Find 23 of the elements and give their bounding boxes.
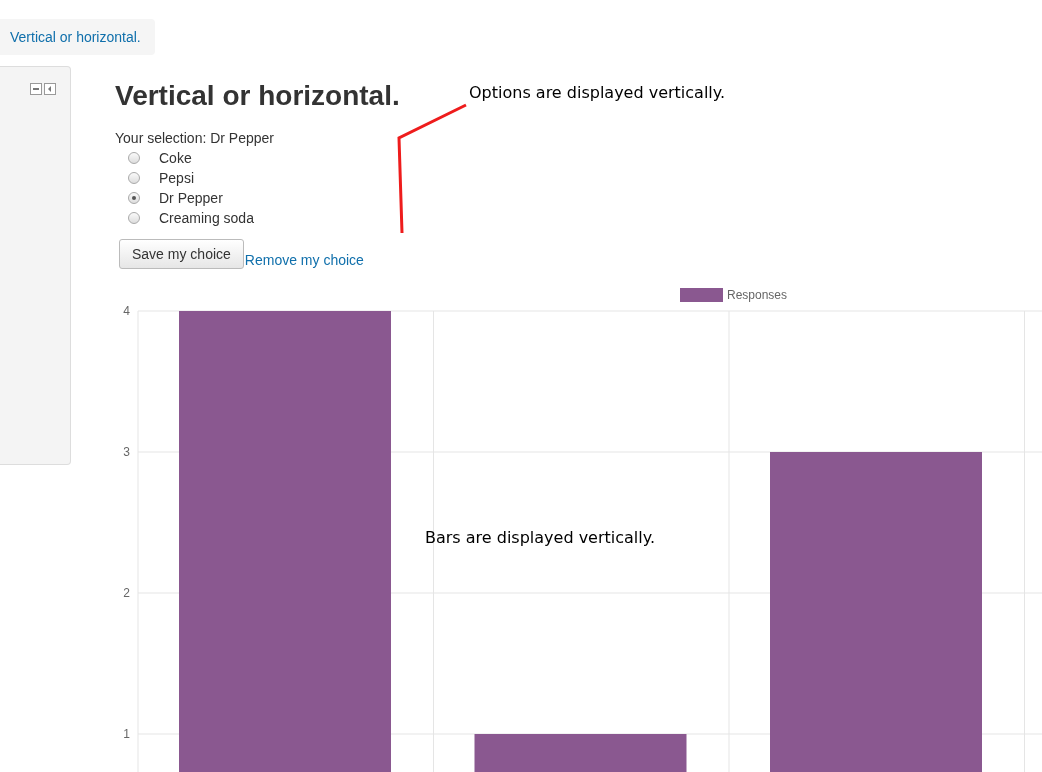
selection-text: Your selection: Dr Pepper <box>115 129 276 148</box>
option-label[interactable]: Creaming soda <box>159 210 254 226</box>
annotation-text: Options are displayed vertically. <box>469 83 726 102</box>
y-tick-label: 4 <box>123 304 130 318</box>
page-heading: Vertical or horizontal. <box>115 79 400 113</box>
legend-label: Responses <box>727 288 788 302</box>
y-tick-label: 1 <box>123 727 130 741</box>
annotation-text: Bars are displayed vertically. <box>425 528 655 547</box>
y-tick-label: 3 <box>123 445 130 459</box>
option-label[interactable]: Pepsi <box>159 170 195 186</box>
legend-swatch <box>680 288 723 302</box>
collapse-icon[interactable] <box>30 83 42 95</box>
remove-link[interactable]: Remove my choice <box>244 252 364 268</box>
radio-button[interactable] <box>128 212 140 224</box>
option-label[interactable]: Coke <box>159 150 192 166</box>
radio-button[interactable] <box>128 172 140 184</box>
save-button[interactable]: Save my choice <box>119 239 244 269</box>
radio-button[interactable] <box>128 152 140 164</box>
breadcrumb-link[interactable]: Vertical or horizontal. <box>0 19 155 55</box>
option-label[interactable]: Dr Pepper <box>159 190 223 206</box>
radio-button[interactable] <box>128 192 140 204</box>
y-tick-label: 2 <box>123 586 130 600</box>
dock-icon[interactable] <box>44 83 56 95</box>
